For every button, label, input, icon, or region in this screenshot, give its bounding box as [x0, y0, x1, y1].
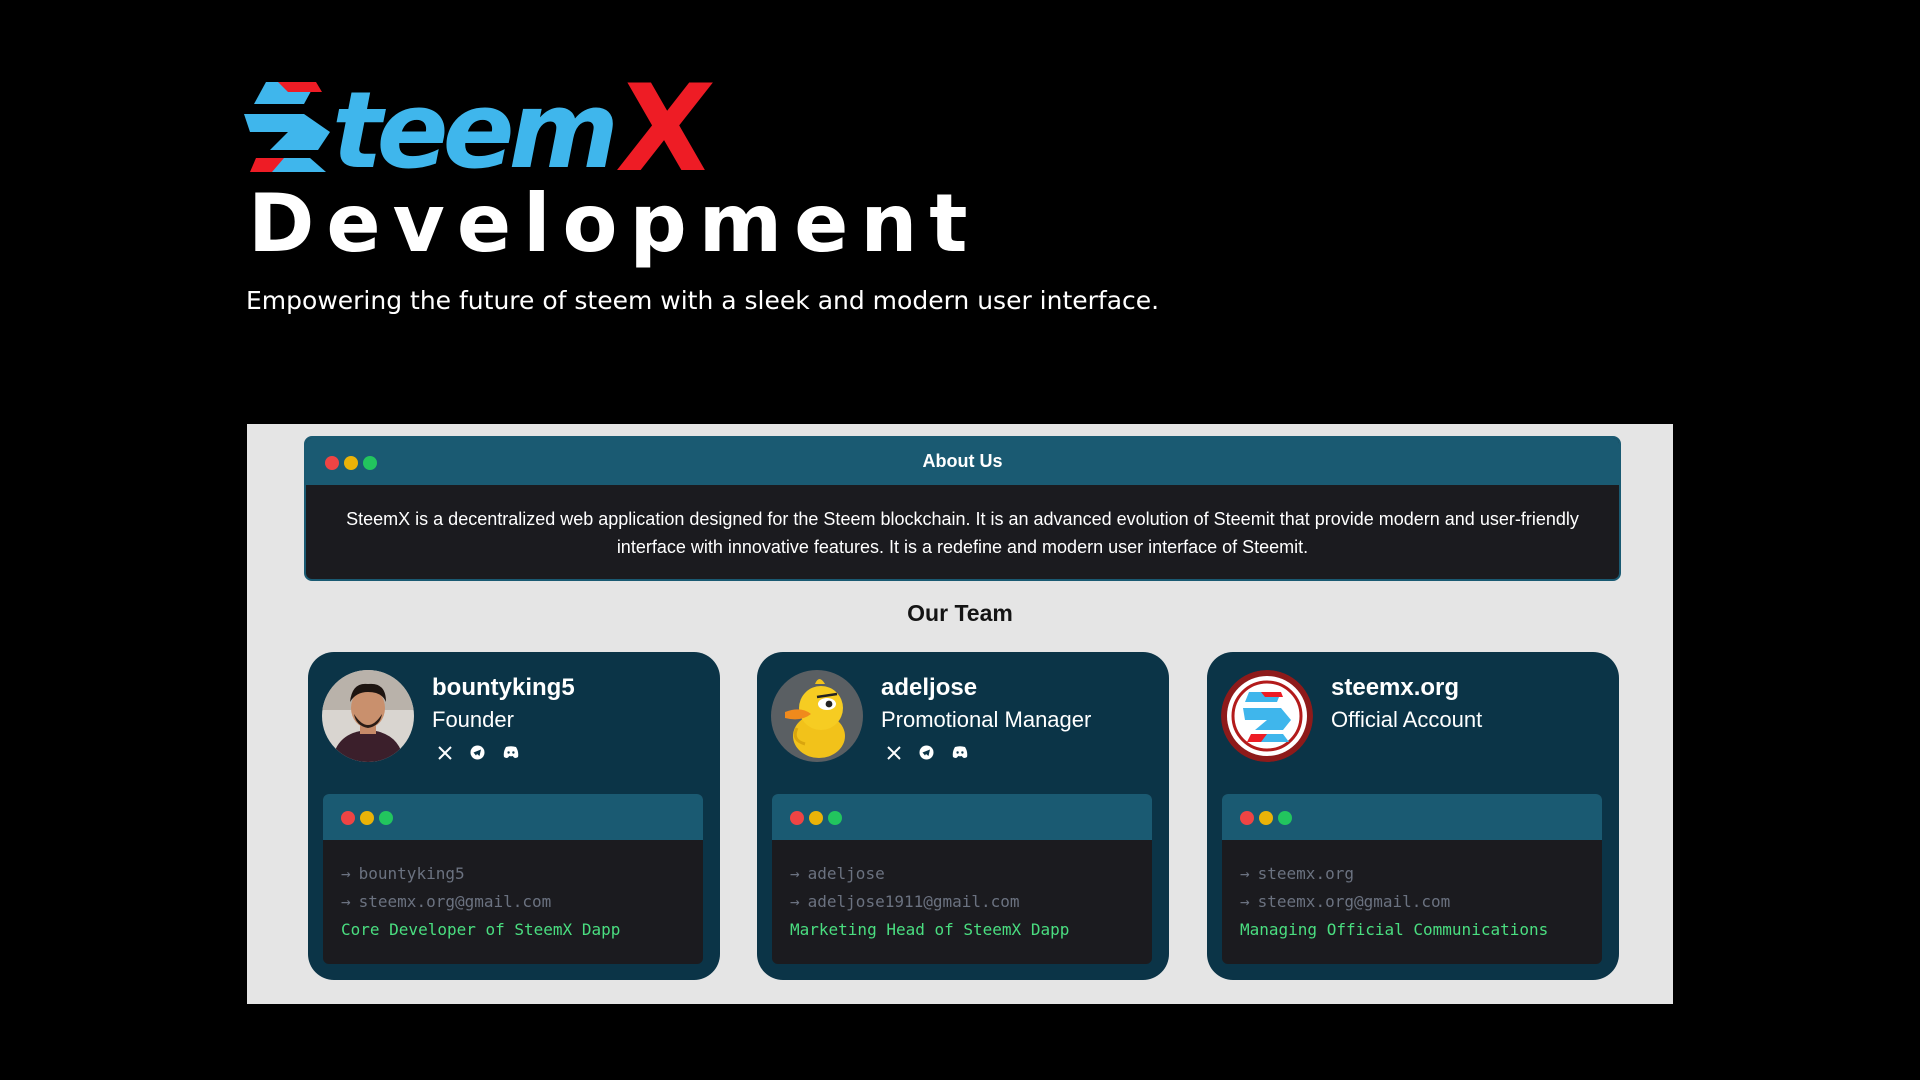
steemx-s-icon — [244, 82, 330, 172]
maximize-dot-icon[interactable] — [363, 456, 377, 470]
member-role: Official Account — [1331, 707, 1483, 732]
member-terminal: → steemx.org → steemx.org@gmail.com Managi… — [1222, 794, 1602, 964]
terminal-email-line: → steemx.org@gmail.com — [1240, 888, 1602, 916]
maximize-dot-icon[interactable] — [828, 811, 842, 825]
member-email[interactable]: steemx.org@gmail.com — [1258, 892, 1451, 911]
member-role: Founder — [432, 707, 514, 732]
arrow-right-icon: → — [1240, 892, 1250, 911]
member-description: Core Developer of SteemX Dapp — [341, 920, 621, 939]
minimize-dot-icon[interactable] — [809, 811, 823, 825]
logo-word: teem — [332, 69, 619, 192]
logo-x: X — [611, 60, 719, 199]
team-card-adeljose: adeljose Promotional Manager → adeljose … — [757, 652, 1169, 980]
about-us-text: SteemX is a decentralized web applicatio… — [346, 509, 1579, 557]
about-us-title: About Us — [922, 451, 1003, 471]
avatar — [322, 670, 414, 762]
duck-avatar-icon — [771, 670, 863, 762]
member-terminal: → adeljose → adeljose1911@gmail.com Market… — [772, 794, 1152, 964]
social-links — [436, 744, 519, 761]
terminal-body: → steemx.org → steemx.org@gmail.com Managi… — [1222, 840, 1602, 944]
member-name: steemx.org — [1331, 674, 1460, 701]
close-dot-icon[interactable] — [790, 811, 804, 825]
member-username: bountyking5 — [358, 864, 465, 883]
terminal-body: → bountyking5 → steemx.org@gmail.com Core … — [323, 840, 703, 944]
terminal-titlebar — [1222, 794, 1602, 840]
close-dot-icon[interactable] — [341, 811, 355, 825]
maximize-dot-icon[interactable] — [1278, 811, 1292, 825]
window-controls — [341, 811, 393, 825]
hero-subtitle: Empowering the future of steem with a sl… — [246, 286, 1160, 315]
window-controls — [325, 456, 377, 470]
maximize-dot-icon[interactable] — [379, 811, 393, 825]
steemx-logo: teem X — [244, 60, 719, 199]
minimize-dot-icon[interactable] — [360, 811, 374, 825]
avatar — [771, 670, 863, 762]
member-description: Marketing Head of SteemX Dapp — [790, 920, 1070, 939]
arrow-right-icon: → — [341, 892, 351, 911]
arrow-right-icon: → — [1240, 864, 1250, 883]
arrow-right-icon: → — [341, 864, 351, 883]
x-icon[interactable] — [885, 744, 902, 761]
x-icon[interactable] — [436, 744, 453, 761]
minimize-dot-icon[interactable] — [344, 456, 358, 470]
telegram-icon[interactable] — [918, 744, 935, 761]
close-dot-icon[interactable] — [1240, 811, 1254, 825]
about-us-window: About Us SteemX is a decentralized web a… — [304, 436, 1621, 581]
member-description: Managing Official Communications — [1240, 920, 1549, 939]
telegram-icon[interactable] — [469, 744, 486, 761]
terminal-titlebar — [772, 794, 1152, 840]
about-us-titlebar: About Us — [306, 438, 1619, 485]
minimize-dot-icon[interactable] — [1259, 811, 1273, 825]
person-avatar-icon — [322, 670, 414, 762]
window-controls — [1240, 811, 1292, 825]
terminal-username-line: → bountyking5 — [341, 860, 703, 888]
discord-icon[interactable] — [951, 744, 968, 761]
arrow-right-icon: → — [790, 892, 800, 911]
terminal-username-line: → adeljose — [790, 860, 1152, 888]
member-role: Promotional Manager — [881, 707, 1092, 732]
member-email[interactable]: steemx.org@gmail.com — [359, 892, 552, 911]
avatar — [1221, 670, 1313, 762]
hero-title: Development — [248, 177, 980, 270]
team-card-steemx-org: steemx.org Official Account → steemx.org … — [1207, 652, 1619, 980]
steemx-badge-icon — [1221, 670, 1313, 762]
arrow-right-icon: → — [790, 864, 800, 883]
team-card-bountyking5: bountyking5 Founder → bountyking5 → stee… — [308, 652, 720, 980]
social-links — [885, 744, 968, 761]
terminal-body: → adeljose → adeljose1911@gmail.com Market… — [772, 840, 1152, 944]
terminal-username-line: → steemx.org — [1240, 860, 1602, 888]
window-controls — [790, 811, 842, 825]
member-email[interactable]: adeljose1911@gmail.com — [808, 892, 1020, 911]
our-team-title: Our Team — [907, 600, 1013, 626]
terminal-email-line: → steemx.org@gmail.com — [341, 888, 703, 916]
close-dot-icon[interactable] — [325, 456, 339, 470]
terminal-email-line: → adeljose1911@gmail.com — [790, 888, 1152, 916]
member-username: steemx.org — [1257, 864, 1354, 883]
content-panel: About Us SteemX is a decentralized web a… — [247, 424, 1673, 1004]
member-terminal: → bountyking5 → steemx.org@gmail.com Core … — [323, 794, 703, 964]
member-name: bountyking5 — [432, 674, 575, 701]
terminal-titlebar — [323, 794, 703, 840]
discord-icon[interactable] — [502, 744, 519, 761]
member-name: adeljose — [881, 674, 978, 701]
member-username: adeljose — [807, 864, 885, 883]
